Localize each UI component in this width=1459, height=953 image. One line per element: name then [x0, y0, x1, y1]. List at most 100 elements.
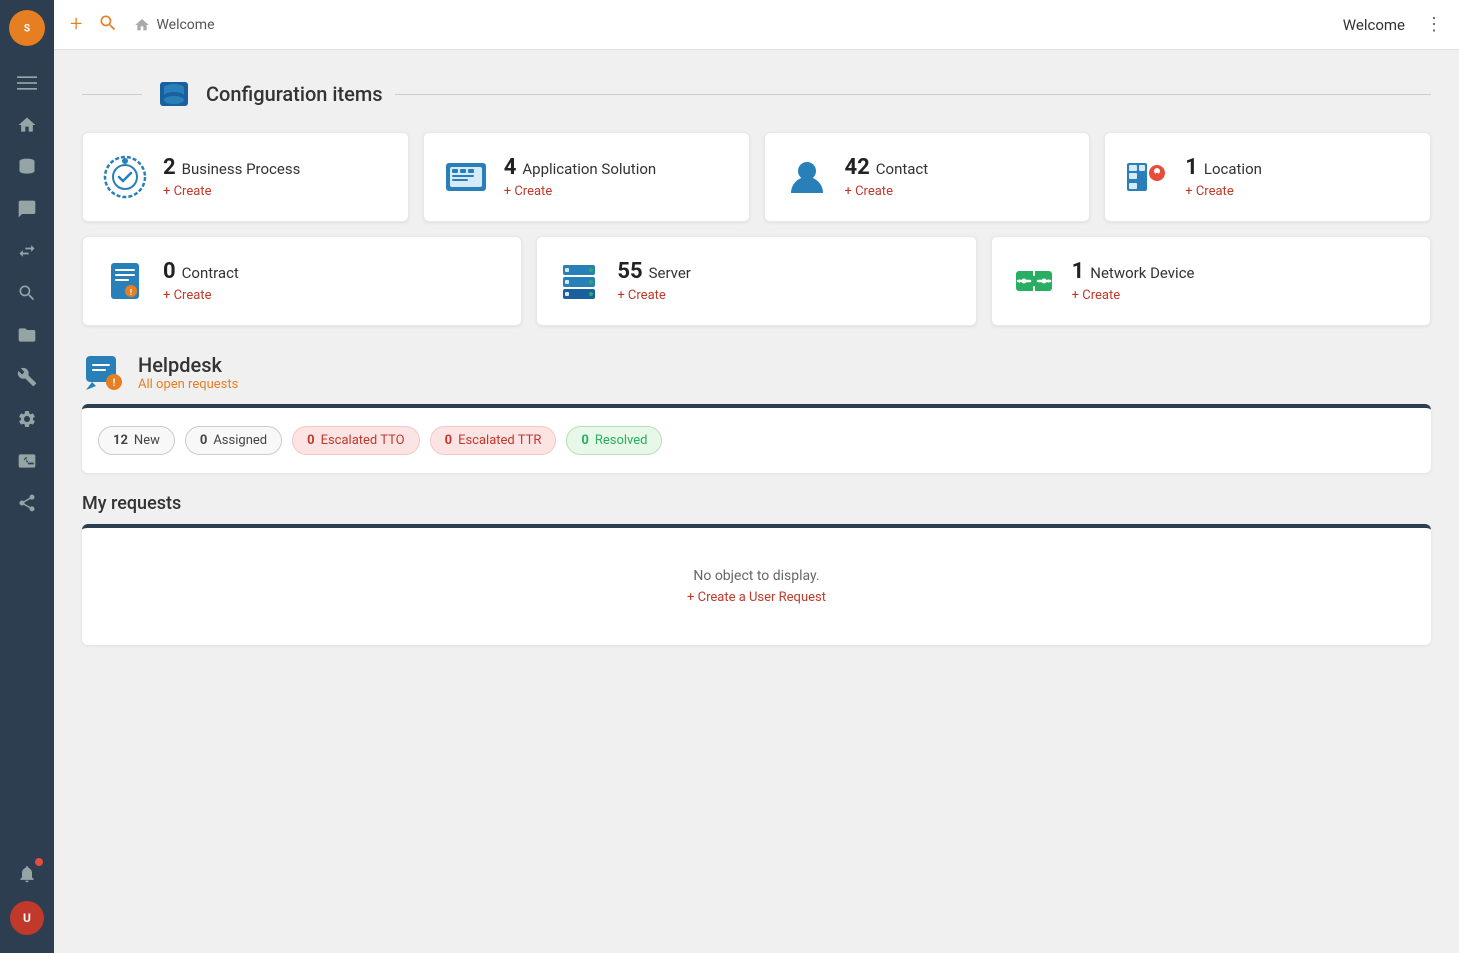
server-count: 55	[617, 259, 642, 284]
welcome-text: Welcome	[1343, 16, 1405, 34]
user-avatar[interactable]: U	[10, 901, 44, 935]
badge-ttr-label: Escalated TTR	[458, 433, 541, 448]
sidebar-item-share[interactable]	[8, 484, 46, 522]
card-app-solution-body: 4 Application Solution + Create	[504, 155, 656, 199]
card-network-device-body: 1 Network Device + Create	[1072, 259, 1195, 303]
search-button[interactable]	[98, 13, 118, 37]
badge-ttr-count: 0	[445, 433, 452, 448]
topbar: + Welcome Welcome ⋮	[54, 0, 1459, 50]
create-user-request-link[interactable]: + Create a User Request	[98, 590, 1415, 605]
content-area: Configuration items 2 Busin	[54, 50, 1459, 953]
card-count-name: 2 Business Process	[163, 155, 300, 180]
sidebar-item-folder[interactable]	[8, 316, 46, 354]
helpdesk-header: ! Helpdesk All open requests	[82, 350, 1431, 394]
my-requests-title: My requests	[82, 493, 1431, 514]
sidebar-item-wrench[interactable]	[8, 358, 46, 396]
card-location: 1 Location + Create	[1104, 132, 1431, 222]
badge-assigned-count: 0	[200, 433, 207, 448]
badge-resolved[interactable]: 0 Resolved	[566, 426, 662, 455]
app-solution-name: Application Solution	[522, 160, 656, 178]
badge-resolved-count: 0	[581, 433, 588, 448]
card-count-name-server: 55 Server	[617, 259, 691, 284]
card-count-name-app: 4 Application Solution	[504, 155, 656, 180]
add-button[interactable]: +	[70, 14, 82, 36]
section-line-left	[82, 94, 142, 95]
network-device-icon	[1010, 257, 1058, 305]
config-section-title: Configuration items	[206, 82, 383, 106]
topbar-menu-dots[interactable]: ⋮	[1425, 14, 1443, 35]
sidebar-item-terminal[interactable]	[8, 442, 46, 480]
application-solution-icon	[442, 153, 490, 201]
contact-count: 42	[845, 155, 870, 180]
location-count: 1	[1185, 155, 1198, 180]
badge-tto-count: 0	[307, 433, 314, 448]
card-business-process: 2 Business Process + Create	[82, 132, 409, 222]
config-section-icon	[154, 74, 194, 114]
business-process-icon	[101, 153, 149, 201]
sidebar-item-tools2[interactable]	[8, 274, 46, 312]
sidebar-item-menu[interactable]	[8, 64, 46, 102]
helpdesk-title-block: Helpdesk All open requests	[138, 353, 238, 392]
notification-badge	[34, 857, 44, 867]
sidebar-item-chat[interactable]	[8, 190, 46, 228]
badge-escalated-ttr[interactable]: 0 Escalated TTR	[430, 426, 557, 455]
card-network-device: 1 Network Device + Create	[991, 236, 1431, 326]
server-create[interactable]: + Create	[617, 288, 691, 303]
breadcrumb: Welcome	[134, 17, 214, 33]
svg-text:!: !	[113, 378, 116, 389]
card-contact: 42 Contact + Create	[764, 132, 1091, 222]
sidebar-item-settings[interactable]	[8, 400, 46, 438]
sidebar-bell-icon[interactable]	[8, 855, 46, 893]
helpdesk-subtitle[interactable]: All open requests	[138, 377, 238, 392]
sidebar-item-arrows[interactable]	[8, 232, 46, 270]
contract-icon: !	[101, 257, 149, 305]
sidebar-item-database[interactable]	[8, 148, 46, 186]
main-area: + Welcome Welcome ⋮ Configuration item	[54, 0, 1459, 953]
location-icon	[1123, 153, 1171, 201]
badge-assigned-label: Assigned	[213, 433, 267, 448]
app-solution-create[interactable]: + Create	[504, 184, 656, 199]
contact-name: Contact	[876, 160, 928, 178]
card-contract-body: 0 Contract + Create	[163, 259, 239, 303]
network-device-count: 1	[1072, 259, 1085, 284]
contact-icon	[783, 153, 831, 201]
contract-count: 0	[163, 259, 176, 284]
server-name: Server	[649, 264, 691, 282]
server-icon	[555, 257, 603, 305]
sidebar: S U	[0, 0, 54, 953]
sidebar-item-home[interactable]	[8, 106, 46, 144]
badge-resolved-label: Resolved	[595, 433, 648, 448]
business-process-name: Business Process	[182, 160, 301, 178]
card-count-name-contract: 0 Contract	[163, 259, 239, 284]
card-location-body: 1 Location + Create	[1185, 155, 1262, 199]
config-section-header: Configuration items	[82, 74, 1431, 114]
helpdesk-title: Helpdesk	[138, 353, 238, 377]
config-cards-row2: ! 0 Contract + Create	[82, 236, 1431, 326]
card-count-name-location: 1 Location	[1185, 155, 1262, 180]
card-application-solution: 4 Application Solution + Create	[423, 132, 750, 222]
card-server: 55 Server + Create	[536, 236, 976, 326]
helpdesk-icon: !	[82, 350, 126, 394]
badge-new[interactable]: 12 New	[98, 426, 175, 455]
network-device-name: Network Device	[1090, 264, 1194, 282]
network-device-create[interactable]: + Create	[1072, 288, 1195, 303]
config-cards-row1: 2 Business Process + Create	[82, 132, 1431, 222]
my-requests-box: No object to display. + Create a User Re…	[82, 524, 1431, 645]
sidebar-bottom: U	[8, 855, 46, 943]
location-name: Location	[1204, 160, 1262, 178]
badge-assigned[interactable]: 0 Assigned	[185, 426, 282, 455]
svg-text:!: !	[130, 288, 132, 297]
helpdesk-box: 12 New 0 Assigned 0 Escalated TTO 0 Esca…	[82, 404, 1431, 473]
no-object-text: No object to display.	[98, 568, 1415, 584]
card-contact-body: 42 Contact + Create	[845, 155, 929, 199]
sidebar-logo[interactable]: S	[9, 10, 45, 46]
contract-create[interactable]: + Create	[163, 288, 239, 303]
business-process-create[interactable]: + Create	[163, 184, 300, 199]
contract-name: Contract	[182, 264, 239, 282]
contact-create[interactable]: + Create	[845, 184, 929, 199]
location-create[interactable]: + Create	[1185, 184, 1262, 199]
app-solution-count: 4	[504, 155, 517, 180]
card-count-name-contact: 42 Contact	[845, 155, 929, 180]
badge-new-count: 12	[113, 433, 128, 448]
badge-escalated-tto[interactable]: 0 Escalated TTO	[292, 426, 420, 455]
